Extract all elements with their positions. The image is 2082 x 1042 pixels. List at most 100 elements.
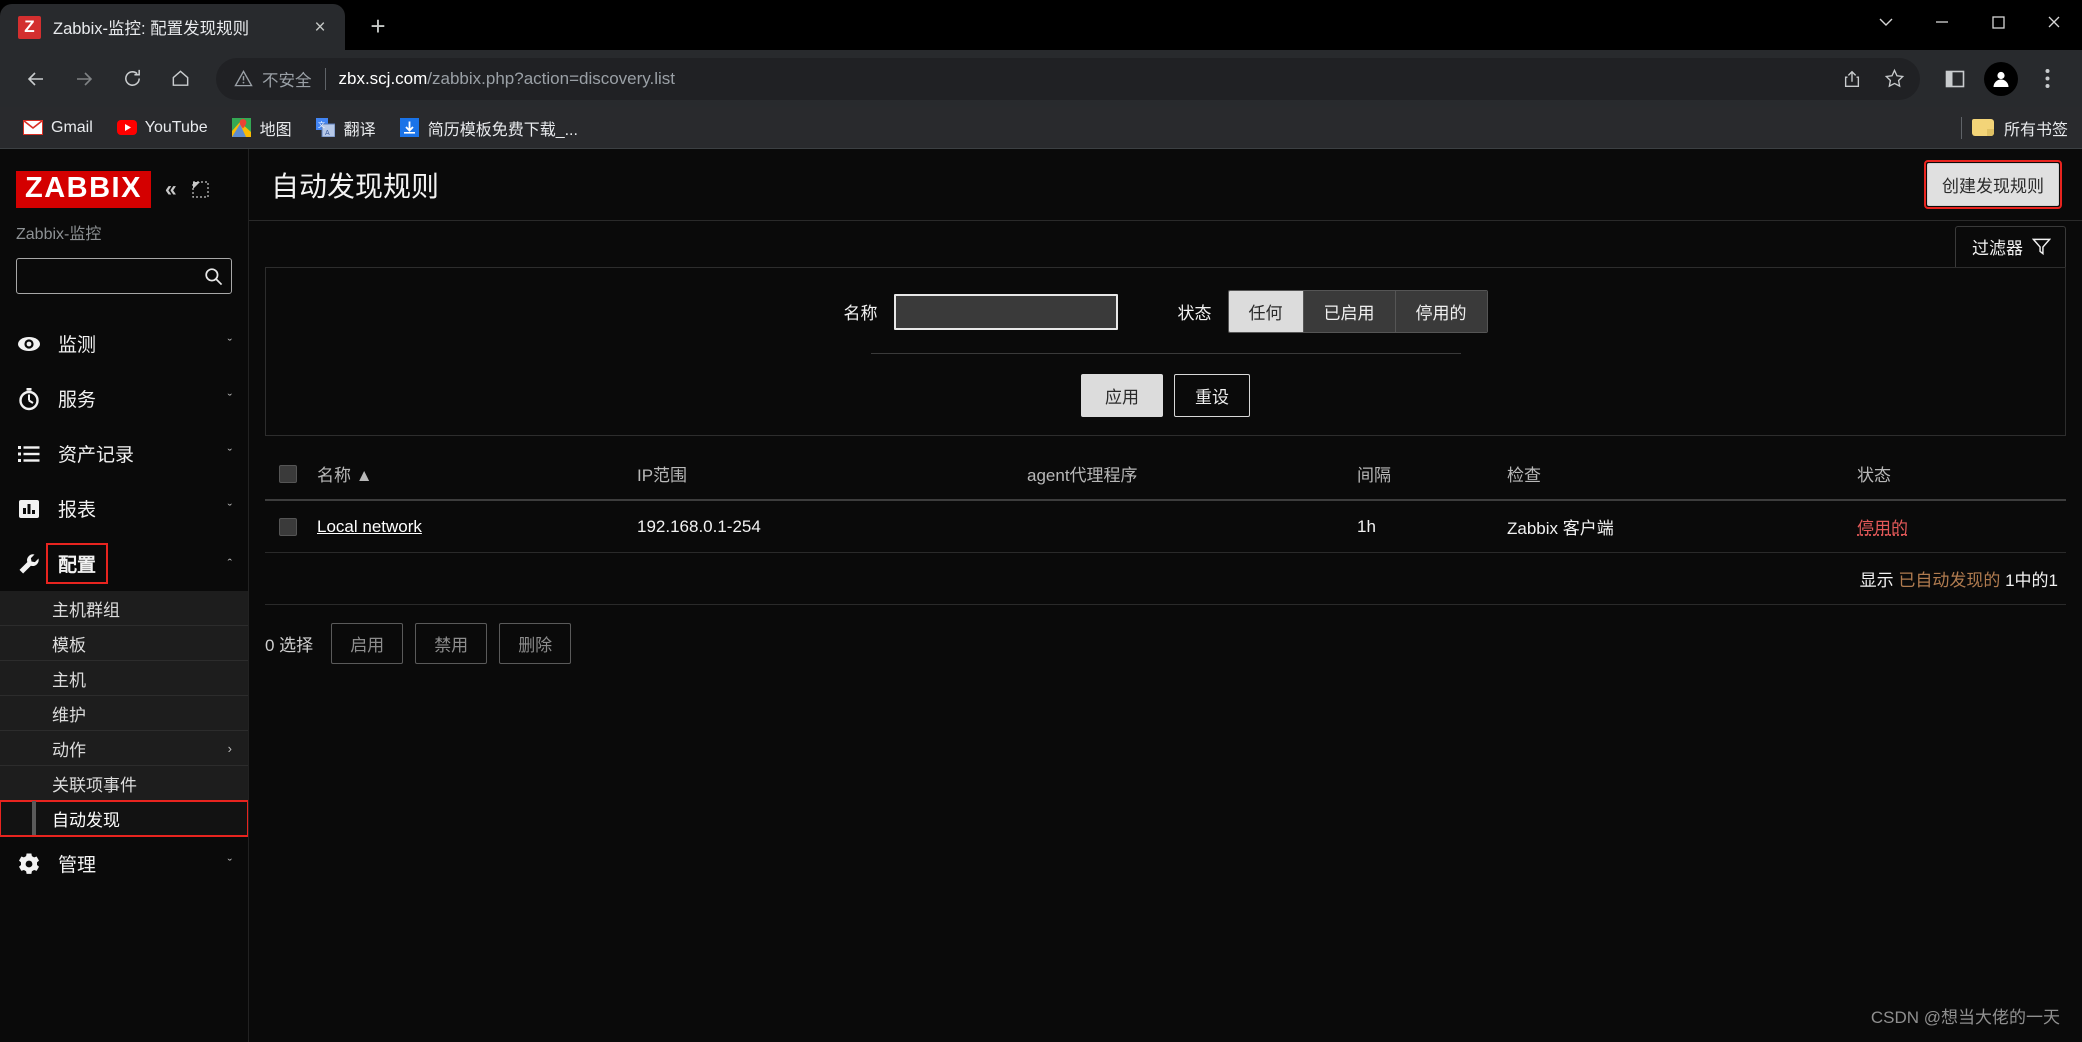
filter-tab-row: 过滤器 <box>249 221 2082 267</box>
sidebar-search[interactable] <box>16 258 232 294</box>
enable-button[interactable]: 启用 <box>331 623 404 664</box>
status-badge[interactable]: 停用的 <box>1857 519 1908 538</box>
filter-name-label: 名称 <box>843 304 878 323</box>
page-header: 自动发现规则 创建发现规则 <box>249 149 2082 221</box>
bookmark-maps[interactable]: 地图 <box>223 112 301 144</box>
bookmark-label: Gmail <box>51 118 93 136</box>
row-checkbox[interactable] <box>279 518 297 537</box>
bookmark-resume-template[interactable]: 简历模板免费下载_... <box>391 112 587 144</box>
download-icon <box>400 118 420 138</box>
zabbix-logo[interactable]: ZABBIX <box>16 171 151 208</box>
side-panel-icon[interactable] <box>1934 58 1976 100</box>
disable-button[interactable]: 禁用 <box>415 623 488 664</box>
filter-tab[interactable]: 过滤器 <box>1955 226 2066 267</box>
submenu-label: 关联项事件 <box>52 775 137 795</box>
submenu-item-maintenance[interactable]: 维护 <box>0 696 248 731</box>
footer-count: 1中的1 <box>2005 571 2058 590</box>
footer-middle: 已自动发现的 <box>1898 571 2001 590</box>
tab-title: Zabbix-监控: 配置发现规则 <box>53 20 250 38</box>
stopwatch-icon <box>16 387 42 411</box>
translate-icon: 文A <box>316 118 336 138</box>
watermark: CSDN @想当大佬的一天 <box>1870 1008 2060 1027</box>
reload-icon[interactable] <box>110 57 154 101</box>
sidebar-item-services[interactable]: 服务 ˇ <box>0 371 248 426</box>
status-option-disabled[interactable]: 停用的 <box>1395 291 1487 332</box>
chart-bar-icon <box>16 497 42 521</box>
submenu-item-templates[interactable]: 模板 <box>0 626 248 661</box>
submenu-item-actions[interactable]: 动作 › <box>0 731 248 766</box>
eye-icon <box>16 332 42 356</box>
maps-icon <box>232 118 252 138</box>
sidebar-item-reports[interactable]: 报表 ˇ <box>0 481 248 536</box>
close-icon[interactable] <box>2026 0 2082 44</box>
sidebar-header: ZABBIX « <box>0 149 248 214</box>
search-icon[interactable] <box>204 267 223 286</box>
bulk-action-bar: 0 选择 启用 禁用 删除 <box>265 623 2066 664</box>
submenu-item-host-groups[interactable]: 主机群组 <box>0 591 248 626</box>
submenu-item-event-correlation[interactable]: 关联项事件 <box>0 766 248 801</box>
home-icon[interactable] <box>158 57 202 101</box>
chevron-down-icon: ˇ <box>227 446 232 461</box>
browser-tab[interactable]: Z Zabbix-监控: 配置发现规则 × <box>0 4 345 50</box>
status-option-enabled[interactable]: 已启用 <box>1303 291 1396 332</box>
chrome-menu-icon[interactable] <box>2026 58 2068 100</box>
chevron-right-icon: › <box>227 740 232 756</box>
bookmarks-divider <box>1960 116 1962 139</box>
chevron-down-icon: ˇ <box>227 501 232 516</box>
delete-button[interactable]: 删除 <box>499 623 572 664</box>
status-option-any[interactable]: 任何 <box>1228 291 1304 332</box>
gear-icon <box>16 852 42 876</box>
sidebar-nav: 监测 ˇ 服务 ˇ 资产记录 ˇ 报表 ˇ 配置 ˆ 主机群组 模板 主机 维护… <box>0 316 248 1042</box>
collapse-sidebar-icon[interactable]: « <box>165 179 177 200</box>
chevron-up-icon: ˆ <box>227 556 232 571</box>
apply-button[interactable]: 应用 <box>1081 374 1163 417</box>
zabbix-favicon: Z <box>18 15 41 39</box>
chevron-down-icon: ˇ <box>227 336 232 351</box>
bookmark-star-icon[interactable] <box>1874 59 1914 99</box>
omnibox-actions <box>1832 59 1914 99</box>
filter-name-input[interactable] <box>893 293 1118 330</box>
tab-close-icon[interactable]: × <box>307 14 333 40</box>
sidebar-item-administration[interactable]: 管理 ˇ <box>0 836 248 891</box>
all-bookmarks-label[interactable]: 所有书签 <box>2004 116 2068 140</box>
security-label: 不安全 <box>262 71 312 90</box>
column-name[interactable]: 名称 ▲ <box>309 448 629 501</box>
sidebar-item-label: 监测 <box>58 335 97 356</box>
cell-status: 停用的 <box>1849 500 2066 553</box>
discovery-rule-link[interactable]: Local network <box>317 517 422 536</box>
submenu-item-discovery[interactable]: 自动发现 <box>0 800 248 837</box>
row-select-cell <box>265 500 309 553</box>
chevron-down-icon[interactable] <box>1858 0 1914 44</box>
discovery-rules-table-wrapper: 名称 ▲ IP范围 agent代理程序 间隔 检查 状态 Local netwo… <box>265 448 2066 605</box>
create-discovery-rule-button[interactable]: 创建发现规则 <box>1927 163 2059 206</box>
gmail-icon <box>23 118 43 138</box>
reset-button[interactable]: 重设 <box>1174 374 1250 417</box>
expand-compact-icon[interactable] <box>191 180 211 200</box>
submenu-item-hosts[interactable]: 主机 <box>0 661 248 696</box>
filter-panel: 名称 状态 任何 已启用 停用的 应用 重设 <box>265 267 2066 436</box>
share-icon[interactable] <box>1832 59 1872 99</box>
sidebar-item-label: 管理 <box>58 855 97 876</box>
maximize-icon[interactable] <box>1970 0 2026 44</box>
page-viewport: ZABBIX « Zabbix-监控 监测 ˇ 服务 ˇ 资产记录 ˇ 报表 ˇ… <box>0 149 2082 1042</box>
sidebar-item-monitoring[interactable]: 监测 ˇ <box>0 316 248 371</box>
browser-toolbar: 不安全 zbx.scj.com/zabbix.php?action=discov… <box>0 50 2082 107</box>
table-footer-row: 显示 已自动发现的 1中的1 <box>265 552 2066 605</box>
sidebar-item-configuration[interactable]: 配置 ˆ <box>0 536 248 591</box>
sidebar-item-inventory[interactable]: 资产记录 ˇ <box>0 426 248 481</box>
sidebar-item-label: 服务 <box>58 390 97 411</box>
address-bar[interactable]: 不安全 zbx.scj.com/zabbix.php?action=discov… <box>216 57 1920 100</box>
bookmark-translate[interactable]: 文A 翻译 <box>307 112 385 144</box>
back-icon[interactable] <box>14 57 58 101</box>
search-input[interactable] <box>25 267 204 285</box>
forward-icon[interactable] <box>62 57 106 101</box>
footer-prefix: 显示 <box>1859 571 1894 590</box>
minimize-icon[interactable] <box>1914 0 1970 44</box>
bookmark-gmail[interactable]: Gmail <box>14 114 102 142</box>
select-all-checkbox[interactable] <box>279 465 297 484</box>
bookmark-youtube[interactable]: YouTube <box>108 114 217 142</box>
new-tab-button[interactable]: + <box>359 7 397 45</box>
profile-avatar[interactable] <box>1984 61 2018 96</box>
window-controls <box>1858 0 2082 44</box>
column-checks: 检查 <box>1499 448 1849 501</box>
